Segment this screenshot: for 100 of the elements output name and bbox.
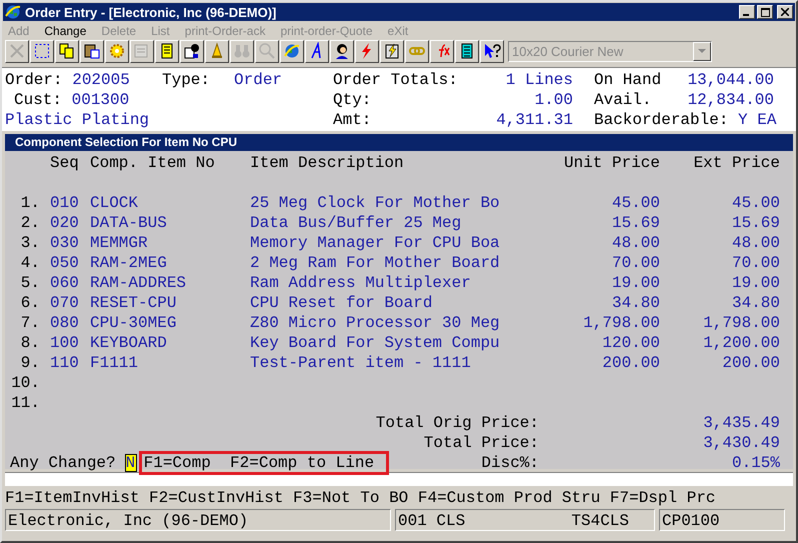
table-cell-text: Ram Address Multiplexer [250, 273, 472, 293]
table-cell-text: CPU Reset for Board [250, 293, 434, 313]
field-value: 1 Lines [506, 70, 573, 90]
table-cell-text: RESET-CPU [90, 293, 178, 313]
table-cell-text: 200.00 [721, 353, 780, 373]
line-number: 3. [20, 233, 40, 253]
status-text: CP0100 [662, 511, 720, 530]
table-cell-text: Test-Parent item - 1111 [250, 353, 472, 373]
field-label: Amt: [333, 110, 372, 130]
table-cell-text: KEYBOARD [90, 333, 168, 353]
field-label: Order Totals: [333, 70, 458, 90]
table-cell-text: 1,798.00 [702, 313, 780, 333]
prompt-label: Any Change? [10, 453, 116, 473]
table-cell-text: 48.00 [730, 233, 780, 253]
line-number: 2. [20, 213, 40, 233]
function-key-hints: F1=ItemInvHist F2=CustInvHist F3=Not To BO F4=Custom Prod Stru F7=Dspl Prc [4, 488, 717, 508]
line-number: 5. [20, 273, 40, 293]
column-header: Ext Price [692, 153, 780, 173]
table-cell-text: 48.00 [610, 233, 660, 253]
panel-title: Component Selection For Item No CPU [5, 134, 793, 151]
status-text: 001 CLS [398, 511, 466, 530]
status-text: TS4CLS [571, 511, 629, 530]
script-icon[interactable] [305, 40, 329, 62]
table-cell-text: 2 Meg Ram For Mother Board [250, 253, 501, 273]
lightning-document-icon[interactable] [380, 40, 404, 62]
table-cell-text: 200.00 [601, 353, 660, 373]
field-value: 4,311.31 [496, 110, 573, 130]
column-header: Comp. Item No [90, 153, 216, 173]
total-value: 3,435.49 [702, 413, 780, 433]
table-cell-text: Z80 Micro Processor 30 Meg [250, 313, 501, 333]
field-value: 12,834.00 [688, 90, 774, 110]
maximize-button[interactable] [757, 5, 773, 19]
field-label: On Hand [594, 70, 662, 90]
paste-icon[interactable] [80, 40, 104, 62]
line-number: 4. [20, 253, 40, 273]
key-hint: F1=Comp F2=Comp to Line [138, 451, 390, 475]
table-cell-text: CPU-30MEG [90, 313, 178, 333]
person-icon[interactable] [330, 40, 354, 62]
line-number: 1. [20, 193, 40, 213]
total-value: 3,430.49 [702, 433, 780, 453]
gear-icon[interactable] [105, 40, 129, 62]
caret-icon [698, 49, 706, 53]
table-cell-text: 070 [50, 293, 80, 313]
link-icon[interactable] [405, 40, 429, 62]
field-label: Avail. [594, 90, 652, 110]
table-cell-text: 010 [50, 193, 80, 213]
close-button[interactable] [777, 5, 793, 19]
table-cell-text: 34.80 [730, 293, 780, 313]
table-cell-text: 1,200.00 [702, 333, 780, 353]
column-header: Unit Price [562, 153, 660, 173]
table-cell-text: 34.80 [610, 293, 660, 313]
table-cell-text: 1,798.00 [582, 313, 660, 333]
field-label: Type: [162, 70, 210, 90]
table-cell-text: 030 [50, 233, 80, 253]
help-icon[interactable] [480, 40, 504, 62]
field-label: Order: [5, 71, 63, 89]
function-icon[interactable] [430, 40, 454, 62]
table-cell-text: CLOCK [90, 193, 140, 213]
line-number: 9. [20, 353, 40, 373]
field-value: 001300 [72, 90, 130, 110]
minimize-button[interactable] [739, 5, 755, 19]
table-cell-text: 050 [50, 253, 80, 273]
line-number: 8. [20, 333, 40, 353]
table-cell-text: Memory Manager For CPU Boa [250, 233, 501, 253]
input-field[interactable]: N [124, 454, 137, 472]
copy-icon[interactable] [55, 40, 79, 62]
table-cell-text: 19.00 [730, 273, 780, 293]
table-cell-text: 100 [50, 333, 80, 353]
notepad-icon[interactable] [155, 40, 179, 62]
table-cell-text: 45.00 [610, 193, 660, 213]
total-label: Total Price: [422, 433, 539, 453]
table-cell-text: 15.69 [730, 213, 780, 233]
total-label: Disc%: [481, 453, 539, 473]
column-header: Item Description [250, 153, 405, 173]
table-cell-text: Key Board For System Compu [250, 333, 501, 353]
globe-icon[interactable] [280, 40, 304, 62]
table-cell-text: DATA-BUS [90, 213, 168, 233]
table-cell-text: 70.00 [730, 253, 780, 273]
table-cell-text: 060 [50, 273, 80, 293]
field-value: Order [234, 70, 282, 90]
table-cell-text: 15.69 [610, 213, 660, 233]
line-number: 7. [20, 313, 40, 333]
table-cell-text: RAM-2MEG [90, 253, 168, 273]
status-text: Electronic, Inc (96-DEMO) [8, 511, 248, 530]
table-cell-text: 080 [50, 313, 80, 333]
select-icon[interactable] [30, 40, 54, 62]
calculator-icon[interactable] [455, 40, 479, 62]
lightning-icon[interactable] [355, 40, 379, 62]
table-cell-text: Data Bus/Buffer 25 Meg [250, 213, 462, 233]
total-label: Total Orig Price: [374, 413, 539, 433]
table-cell-text: 45.00 [730, 193, 780, 213]
globe-icon [5, 4, 21, 20]
window-title: Order Entry - [Electronic, Inc (96-DEMO)] [25, 4, 276, 20]
line-number: 11. [10, 393, 40, 413]
table-cell-text: 19.00 [610, 273, 660, 293]
field-value: Y EA [738, 110, 776, 130]
line-number: 6. [20, 293, 40, 313]
table-cell-text: RAM-ADDRES [90, 273, 188, 293]
menu-item[interactable]: Change [44, 24, 86, 38]
table-cell-text: MEMMGR [90, 233, 149, 253]
